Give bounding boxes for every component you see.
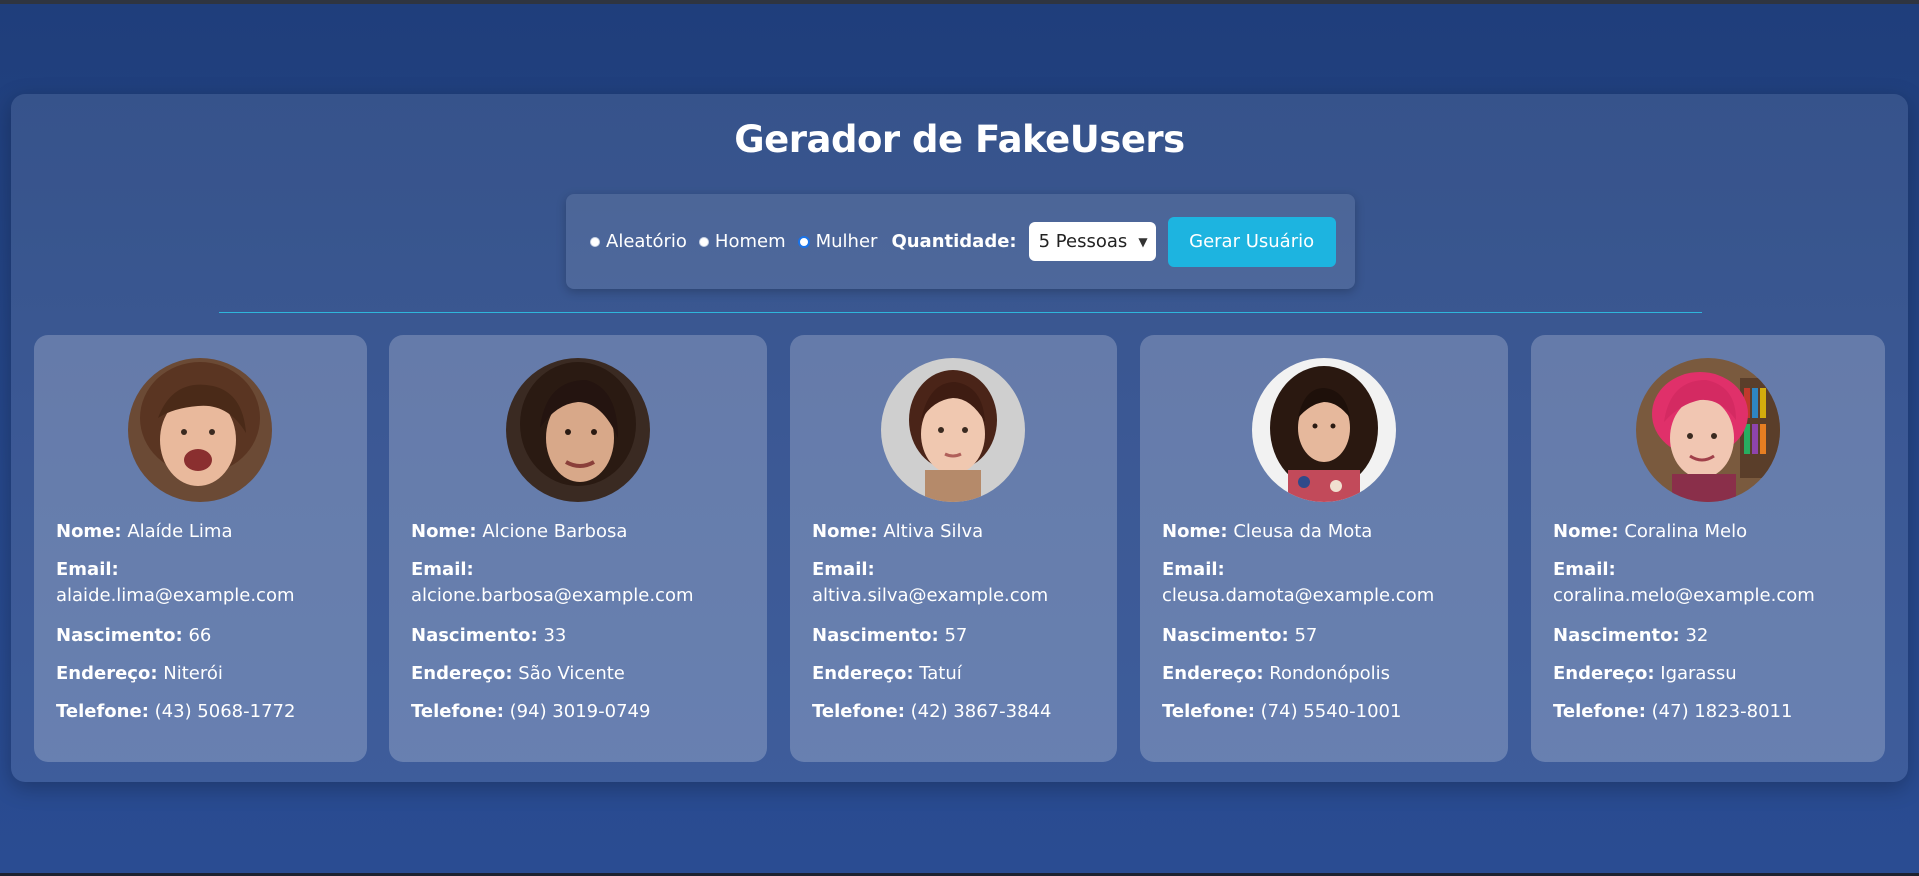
page-title: Gerador de FakeUsers: [734, 118, 1185, 161]
generator-controls: Aleatório Homem Mulher Quantidade: 5 Pes…: [566, 194, 1355, 289]
user-phone: Telefone: (94) 3019-0749: [411, 701, 651, 722]
user-name: Nome: Coralina Melo: [1553, 521, 1748, 542]
user-birth: Nascimento: 66: [56, 625, 212, 646]
user-address: Endereço: Tatuí: [812, 663, 962, 684]
avatar: [1636, 358, 1780, 502]
user-address: Endereço: São Vicente: [411, 663, 625, 684]
user-address: Endereço: Igarassu: [1553, 663, 1737, 684]
radio-checked-icon[interactable]: [797, 235, 810, 248]
user-address: Endereço: Rondonópolis: [1162, 663, 1391, 684]
avatar-photo: [128, 358, 272, 502]
user-birth: Nascimento: 57: [1162, 625, 1318, 646]
user-address: Endereço: Niterói: [56, 663, 223, 684]
radio-label: Aleatório: [606, 231, 687, 252]
radio-circle-icon[interactable]: [698, 236, 709, 247]
avatar: [128, 358, 272, 502]
user-phone: Telefone: (47) 1823-8011: [1553, 701, 1793, 722]
user-phone: Telefone: (43) 5068-1772: [56, 701, 296, 722]
avatar-photo: [1252, 358, 1396, 502]
divider: [219, 312, 1702, 313]
avatar: [506, 358, 650, 502]
user-email: Email: coralina.melo@example.com: [1553, 559, 1815, 606]
quantity-label: Quantidade:: [891, 231, 1017, 252]
user-name: Nome: Altiva Silva: [812, 521, 984, 542]
radio-label: Mulher: [815, 231, 878, 252]
user-email: Email: alcione.barbosa@example.com: [411, 559, 694, 606]
user-card: Nome: Altiva Silva Email: altiva.silva@ex…: [790, 335, 1117, 762]
user-phone: Telefone: (42) 3867-3844: [812, 701, 1052, 722]
radio-label: Homem: [714, 231, 786, 252]
user-name: Nome: Alaíde Lima: [56, 521, 233, 542]
user-card: Nome: Coralina Melo Email: coralina.melo@…: [1531, 335, 1885, 762]
user-email: Email: altiva.silva@example.com: [812, 559, 1049, 606]
user-card: Nome: Cleusa da Mota Email: cleusa.damota…: [1140, 335, 1508, 762]
radio-circle-icon[interactable]: [590, 236, 600, 247]
user-card: Nome: Alaíde Lima Email: alaide.lima@exam…: [34, 335, 367, 762]
user-email: Email: alaide.lima@example.com: [56, 559, 295, 606]
quantity-select-value: 5 Pessoas: [1038, 231, 1128, 252]
user-card: Nome: Alcione Barbosa Email: alcione.barb…: [389, 335, 767, 762]
radio-mulher[interactable]: Mulher: [797, 231, 878, 252]
user-birth: Nascimento: 57: [812, 625, 968, 646]
user-name: Nome: Cleusa da Mota: [1162, 521, 1373, 542]
quantity-select[interactable]: 5 Pessoas ▼: [1028, 222, 1156, 261]
avatar-photo: [881, 358, 1025, 502]
browser-top-edge: [0, 0, 1919, 4]
avatar-photo: [1636, 358, 1780, 502]
avatar: [1252, 358, 1396, 502]
generate-user-button[interactable]: Gerar Usuário: [1167, 216, 1336, 267]
avatar-photo: [506, 358, 650, 502]
radio-aleatorio[interactable]: Aleatório: [590, 231, 687, 252]
user-birth: Nascimento: 33: [411, 625, 567, 646]
user-name: Nome: Alcione Barbosa: [411, 521, 628, 542]
main-panel: Gerador de FakeUsers Aleatório Homem Mul…: [11, 94, 1908, 782]
chevron-down-icon: ▼: [1138, 234, 1148, 249]
user-phone: Telefone: (74) 5540-1001: [1162, 701, 1402, 722]
avatar: [881, 358, 1025, 502]
user-birth: Nascimento: 32: [1553, 625, 1709, 646]
radio-homem[interactable]: Homem: [698, 231, 786, 252]
user-email: Email: cleusa.damota@example.com: [1162, 559, 1435, 606]
